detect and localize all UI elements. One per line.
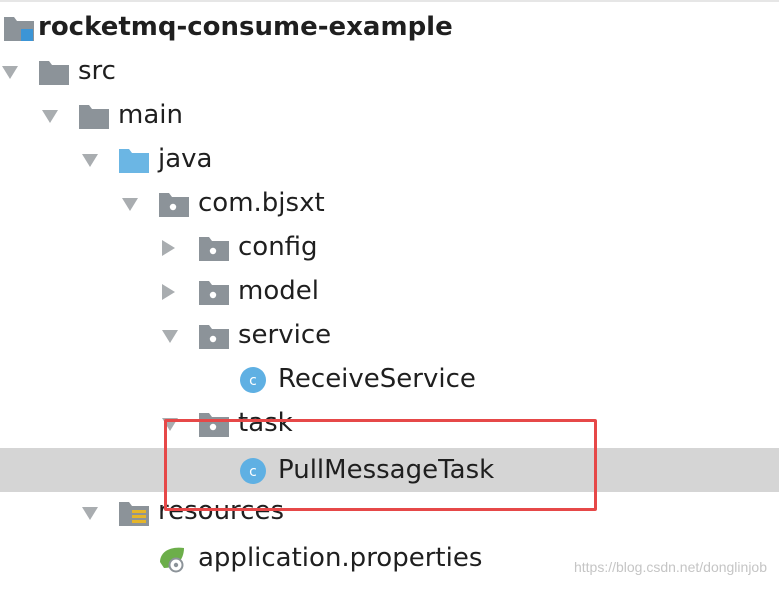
folder-icon [79,105,109,129]
svg-text:c: c [249,464,257,480]
chevron-down-icon[interactable] [160,326,180,346]
tree-item-model[interactable]: model [0,269,779,313]
tree-item-receive-service[interactable]: c ReceiveService [0,357,779,401]
tree-item-label: rocketmq-consume-example [38,12,453,42]
chevron-down-icon[interactable] [80,150,100,170]
chevron-down-icon[interactable] [120,194,140,214]
java-class-icon: c [240,367,266,393]
project-tree: rocketmq-consume-example src main java c… [0,0,779,593]
package-folder-icon [199,413,229,437]
chevron-down-icon[interactable] [80,503,100,523]
tree-item-label: com.bjsxt [198,188,325,218]
chevron-down-icon[interactable] [40,106,60,126]
folder-icon [39,61,69,85]
tree-item-pull-message-task[interactable]: c PullMessageTask [0,448,779,492]
tree-item-label: task [238,408,293,438]
tree-item-label: java [158,144,213,174]
tree-item-label: main [118,100,183,130]
package-folder-icon [199,237,229,261]
tree-item-task[interactable]: task [0,401,779,445]
module-folder-icon [4,17,34,41]
top-border [0,0,779,2]
chevron-down-icon[interactable] [160,414,180,434]
tree-item-main[interactable]: main [0,93,779,137]
tree-item-label: config [238,232,318,262]
tree-item-root[interactable]: rocketmq-consume-example [0,5,779,49]
tree-item-label: PullMessageTask [278,455,495,485]
source-root-folder-icon [119,149,149,173]
tree-item-java[interactable]: java [0,137,779,181]
tree-item-src[interactable]: src [0,49,779,93]
tree-item-label: ReceiveService [278,364,476,394]
tree-item-label: model [238,276,319,306]
chevron-right-icon[interactable] [158,238,178,258]
package-folder-icon [159,193,189,217]
svg-text:c: c [249,373,257,389]
watermark: https://blog.csdn.net/donglinjob [573,559,767,575]
spring-properties-icon [160,547,184,573]
tree-item-service[interactable]: service [0,313,779,357]
java-class-icon: c [240,458,266,484]
tree-item-resources[interactable]: resources [0,492,779,536]
chevron-down-icon[interactable] [0,62,20,82]
chevron-right-icon[interactable] [158,282,178,302]
tree-item-label: src [78,56,116,86]
package-folder-icon [199,281,229,305]
tree-item-label: application.properties [198,543,483,573]
tree-item-label: service [238,320,332,350]
tree-item-package[interactable]: com.bjsxt [0,181,779,225]
resources-folder-icon [119,502,149,526]
tree-item-config[interactable]: config [0,225,779,269]
package-folder-icon [199,325,229,349]
tree-item-label: resources [158,496,285,526]
